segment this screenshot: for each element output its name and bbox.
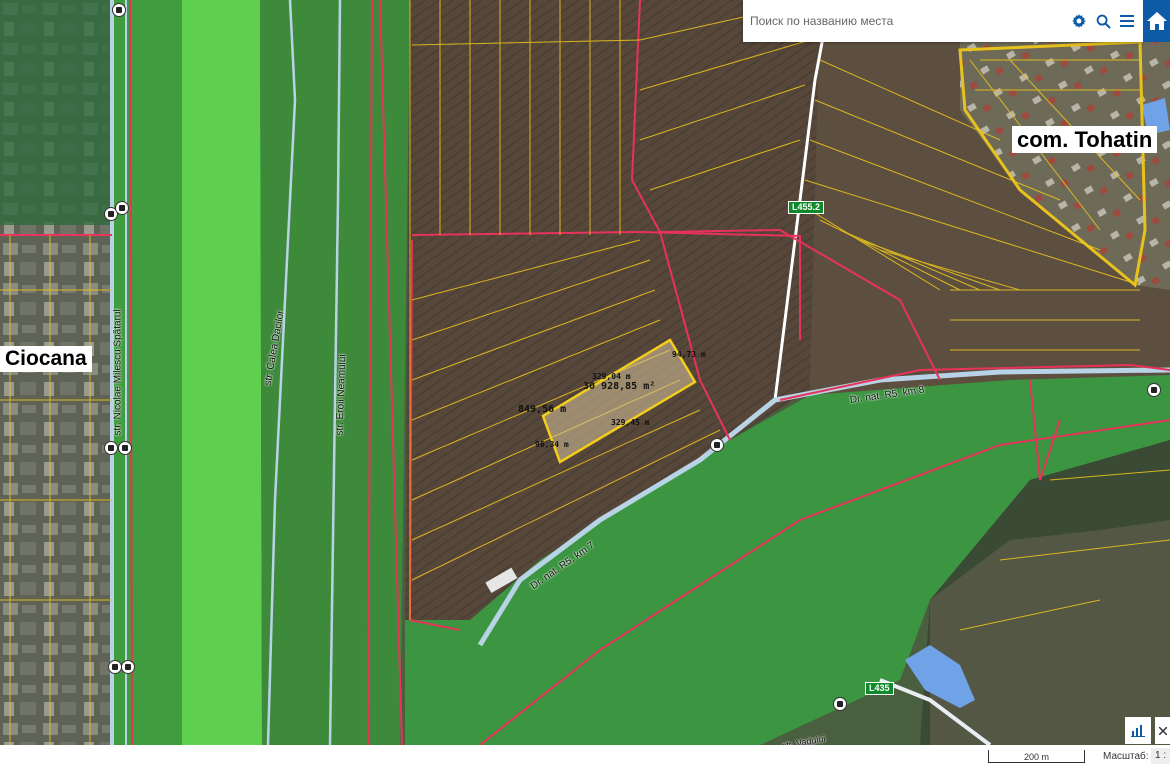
place-label-ciocana: Ciocana (0, 346, 92, 373)
bus-stop-icon[interactable] (118, 441, 132, 455)
scale-label: Масштаб: (1103, 751, 1149, 762)
gear-icon[interactable] (1067, 9, 1091, 33)
bus-stop-icon[interactable] (115, 201, 129, 215)
bus-stop-icon[interactable] (710, 438, 724, 452)
map-layer (0, 0, 1170, 745)
bus-stop-icon[interactable] (1147, 383, 1161, 397)
scale-value[interactable]: 1 : (1151, 748, 1170, 764)
scale-bar: 200 m (988, 750, 1085, 763)
measurement-side-right: 94,73 m (672, 350, 706, 359)
place-label-tohatin: com. Tohatin (1012, 126, 1158, 154)
bus-stop-icon[interactable] (108, 660, 122, 674)
close-panel-button[interactable] (1155, 717, 1170, 744)
bus-stop-icon[interactable] (121, 660, 135, 674)
bus-stop-icon[interactable] (104, 441, 118, 455)
search-bar (743, 0, 1143, 42)
search-input[interactable] (743, 5, 1067, 37)
status-bar: 200 m Масштаб: 1 : (0, 745, 1170, 768)
map-canvas[interactable]: Ciocana com. Tohatin str. Nicolae Milesc… (0, 0, 1170, 745)
measurement-side-left: 96,34 m (535, 440, 569, 449)
measurement-side-bottom: 329,45 m (611, 418, 650, 427)
search-icon[interactable] (1091, 9, 1115, 33)
street-label-milescu: str. Nicolae Milescu Spătarul (112, 309, 124, 436)
chart-panel-button[interactable] (1125, 717, 1151, 744)
measurement-side-top: 329,04 m (592, 372, 631, 381)
bar-chart-icon (1131, 724, 1145, 737)
bus-stop-icon[interactable] (112, 3, 126, 17)
home-button[interactable] (1143, 0, 1170, 42)
home-icon (1146, 12, 1167, 30)
close-icon (1158, 726, 1167, 735)
measurement-area: 30 928,85 m² (583, 381, 656, 392)
road-badge-l455: L455.2 (788, 201, 825, 214)
road-badge-l435: L435 (865, 682, 894, 695)
bus-stop-icon[interactable] (833, 697, 847, 711)
menu-icon[interactable] (1115, 9, 1139, 33)
measurement-perimeter: 849,56 m (518, 404, 567, 415)
